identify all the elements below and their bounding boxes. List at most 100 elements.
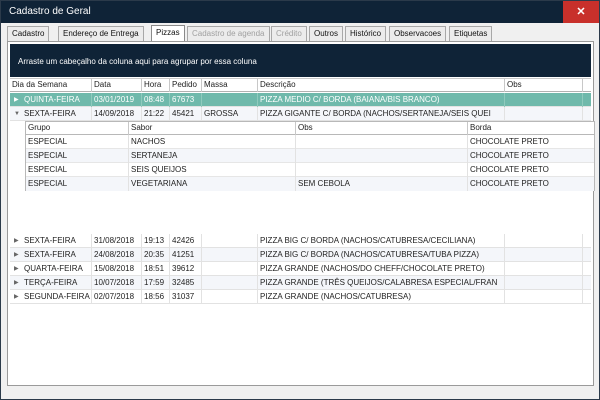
tab-endereco-de-entrega[interactable]: Endereço de Entrega bbox=[58, 26, 144, 41]
table-row[interactable]: ▶ SEXTA-FEIRA 31/08/2018 19:13 42426 PIZ… bbox=[10, 234, 591, 248]
tab-observacoes[interactable]: Observacoes bbox=[389, 26, 447, 41]
chevron-right-icon[interactable]: ▶ bbox=[14, 248, 22, 262]
chevron-down-icon[interactable]: ▼ bbox=[14, 107, 22, 121]
detail-cell-obs bbox=[296, 163, 468, 177]
detail-cell-borda: CHOCOLATE PRETO bbox=[470, 165, 549, 174]
cell-massa bbox=[202, 248, 258, 262]
bottom-bar bbox=[3, 386, 593, 396]
cell-dia: SEXTA-FEIRA bbox=[22, 234, 92, 248]
cell-dia: SEGUNDA-FEIRA bbox=[22, 290, 92, 304]
tab-etiquetas[interactable]: Etiquetas bbox=[449, 26, 493, 41]
detail-column-header-obs[interactable]: Obs bbox=[296, 122, 468, 135]
cell-massa bbox=[202, 234, 258, 248]
cell-hora: 18:56 bbox=[142, 290, 170, 304]
table-row[interactable]: ▶ SEGUNDA-FEIRA 02/07/2018 18:56 31037 P… bbox=[10, 290, 591, 304]
cell-descricao: PIZZA GRANDE (NACHOS/CATUBRESA) bbox=[258, 290, 505, 304]
detail-cell-grupo: ESPECIAL bbox=[26, 163, 129, 177]
detail-cell-obs: SEM CEBOLA bbox=[296, 177, 468, 191]
cell-descricao: PIZZA BIG C/ BORDA (NACHOS/CATUBRESA/TUB… bbox=[258, 248, 505, 262]
table-row[interactable]: ▼ SEXTA-FEIRA 14/09/2018 21:22 45421 GRO… bbox=[10, 107, 591, 121]
detail-row[interactable]: ESPECIAL VEGETARIANA SEM CEBOLA CHOCOLAT… bbox=[26, 177, 594, 191]
cell-pedido: 32485 bbox=[170, 276, 202, 290]
detail-cell-obs bbox=[296, 135, 468, 149]
column-header-dia-da-semana[interactable]: Dia da Semana bbox=[10, 79, 92, 92]
chevron-right-icon[interactable]: ▶ bbox=[14, 93, 22, 107]
detail-cell-sabor: VEGETARIANA bbox=[129, 177, 296, 191]
cell-massa bbox=[202, 276, 258, 290]
tab-cadastro-de-agenda: Cadastro de agenda bbox=[187, 26, 270, 41]
cell-hora: 21:22 bbox=[142, 107, 170, 121]
cell-hora: 20:35 bbox=[142, 248, 170, 262]
detail-cell-grupo: ESPECIAL bbox=[26, 177, 129, 191]
detail-cell-borda: CHOCOLATE PRETO bbox=[470, 137, 549, 146]
group-by-area[interactable]: Arraste um cabeçalho da coluna aqui para… bbox=[10, 44, 591, 77]
chevron-right-icon[interactable]: ▶ bbox=[14, 290, 22, 304]
column-header-hora[interactable]: Hora bbox=[142, 79, 170, 92]
chevron-right-icon[interactable]: ▶ bbox=[14, 276, 22, 290]
tab-pizzas[interactable]: Pizzas bbox=[151, 25, 185, 41]
cell-pedido: 41251 bbox=[170, 248, 202, 262]
detail-header: Grupo Sabor Obs Borda bbox=[26, 122, 594, 135]
cell-obs bbox=[505, 93, 583, 107]
table-row[interactable]: ▶ QUARTA-FEIRA 15/08/2018 18:51 39612 PI… bbox=[10, 262, 591, 276]
detail-cell-sabor: SEIS QUEIJOS bbox=[129, 163, 296, 177]
cell-obs bbox=[505, 234, 583, 248]
detail-column-header-sabor[interactable]: Sabor bbox=[129, 122, 296, 135]
cell-obs bbox=[505, 248, 583, 262]
column-header-obs[interactable]: Obs bbox=[505, 79, 583, 92]
chevron-right-icon[interactable]: ▶ bbox=[14, 262, 22, 276]
detail-cell-sabor: SERTANEJA bbox=[129, 149, 296, 163]
cell-data: 31/08/2018 bbox=[92, 234, 142, 248]
column-header-massa[interactable]: Massa bbox=[202, 79, 258, 92]
detail-cell-obs bbox=[296, 149, 468, 163]
tab-credito: Crédito bbox=[271, 26, 307, 41]
cell-obs bbox=[505, 276, 583, 290]
column-header-descricao[interactable]: Descrição bbox=[258, 79, 505, 92]
cell-data: 02/07/2018 bbox=[92, 290, 142, 304]
window: Cadastro de Geral ✕ Cadastro Endereço de… bbox=[0, 0, 600, 400]
detail-cell-borda: CHOCOLATE PRETO bbox=[470, 151, 549, 160]
cell-pedido: 45421 bbox=[170, 107, 202, 121]
title-bar: Cadastro de Geral ✕ bbox=[1, 1, 599, 23]
cell-data: 15/08/2018 bbox=[92, 262, 142, 276]
tab-outros[interactable]: Outros bbox=[309, 26, 344, 41]
detail-row[interactable]: ESPECIAL SERTANEJA CHOCOLATE PRETO bbox=[26, 149, 594, 163]
table-row[interactable]: ▶ TERÇA-FEIRA 10/07/2018 17:59 32485 PIZ… bbox=[10, 276, 591, 290]
table-row[interactable]: ▶ QUINTA-FEIRA 03/01/2019 08:48 67673 PI… bbox=[10, 93, 591, 107]
cell-obs bbox=[505, 107, 583, 121]
cell-hora: 17:59 bbox=[142, 276, 170, 290]
column-header-data[interactable]: Data bbox=[92, 79, 142, 92]
cell-hora: 18:51 bbox=[142, 262, 170, 276]
tab-strip: Cadastro Endereço de Entrega Pizzas Cada… bbox=[7, 25, 597, 41]
detail-cell-grupo: ESPECIAL bbox=[26, 135, 129, 149]
detail-column-header-borda[interactable]: Borda bbox=[468, 122, 594, 135]
history-grid: Dia da Semana Data Hora Pedido Massa Des… bbox=[10, 78, 595, 384]
cell-data: 14/09/2018 bbox=[92, 107, 142, 121]
cell-data: 03/01/2019 bbox=[92, 93, 142, 107]
chevron-right-icon[interactable]: ▶ bbox=[14, 234, 22, 248]
cell-pedido: 67673 bbox=[170, 93, 202, 107]
close-button[interactable]: ✕ bbox=[563, 1, 599, 23]
detail-cell-sabor: NACHOS bbox=[129, 135, 296, 149]
column-header-pedido[interactable]: Pedido bbox=[170, 79, 202, 92]
detail-cell-grupo: ESPECIAL bbox=[26, 149, 129, 163]
group-by-hint: Arraste um cabeçalho da coluna aqui para… bbox=[18, 57, 257, 66]
grid-header: Dia da Semana Data Hora Pedido Massa Des… bbox=[10, 79, 591, 92]
pizzas-panel: Arraste um cabeçalho da coluna aqui para… bbox=[7, 41, 595, 386]
cell-massa: GROSSA bbox=[202, 107, 258, 121]
cell-descricao: PIZZA MEDIO C/ BORDA (BAIANA/BIS BRANCO) bbox=[258, 93, 505, 107]
cell-hora: 19:13 bbox=[142, 234, 170, 248]
detail-column-header-grupo[interactable]: Grupo bbox=[26, 122, 129, 135]
tab-historico[interactable]: Histórico bbox=[345, 26, 387, 41]
table-row[interactable]: ▶ SEXTA-FEIRA 24/08/2018 20:35 41251 PIZ… bbox=[10, 248, 591, 262]
cell-pedido: 42426 bbox=[170, 234, 202, 248]
cell-dia: QUARTA-FEIRA bbox=[22, 262, 92, 276]
detail-row[interactable]: ESPECIAL SEIS QUEIJOS CHOCOLATE PRETO bbox=[26, 163, 594, 177]
cell-dia: SEXTA-FEIRA bbox=[22, 248, 92, 262]
cell-descricao: PIZZA GRANDE (NACHOS/DO CHEFF/CHOCOLATE … bbox=[258, 262, 505, 276]
cell-pedido: 39612 bbox=[170, 262, 202, 276]
cell-data: 10/07/2018 bbox=[92, 276, 142, 290]
detail-row[interactable]: ESPECIAL NACHOS CHOCOLATE PRETO bbox=[26, 135, 594, 149]
cell-obs bbox=[505, 262, 583, 276]
tab-cadastro[interactable]: Cadastro bbox=[7, 26, 50, 41]
